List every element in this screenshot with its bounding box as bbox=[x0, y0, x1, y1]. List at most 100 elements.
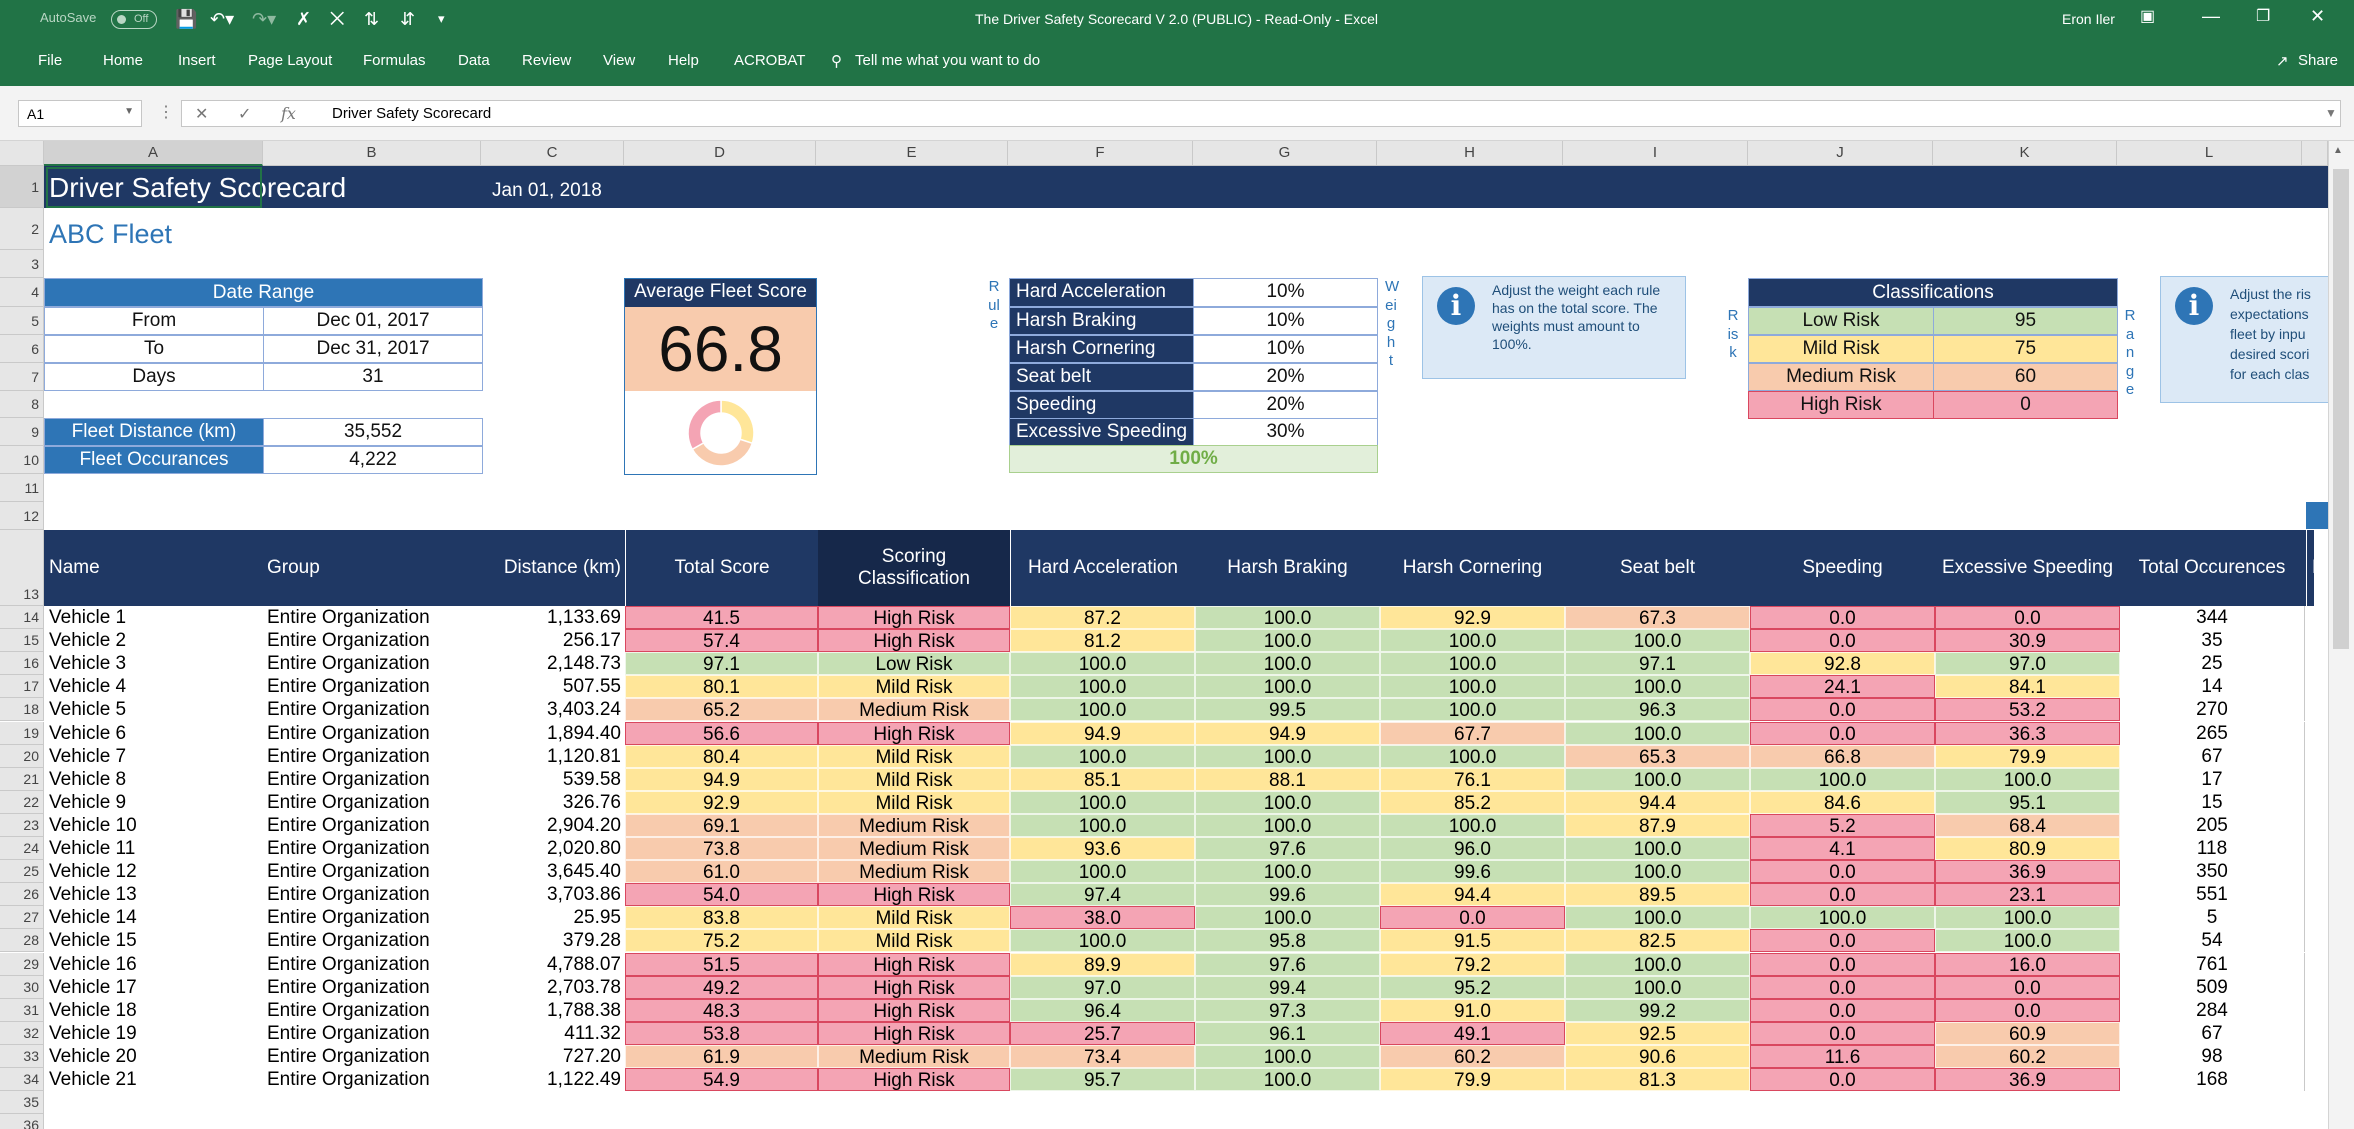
weight-value[interactable]: 20% bbox=[1193, 391, 1378, 419]
vehicle-distance[interactable]: 3,645.40 bbox=[389, 860, 621, 883]
vehicle-distance[interactable]: 2,904.20 bbox=[389, 814, 621, 837]
total-occurences[interactable]: 284 bbox=[2120, 999, 2304, 1022]
classification-threshold[interactable]: 75 bbox=[1933, 335, 2118, 363]
vehicle-name[interactable]: Vehicle 4 bbox=[49, 675, 126, 698]
hard-acceleration-score[interactable]: 93.6 bbox=[1010, 837, 1195, 861]
harsh-braking-score[interactable]: 97.3 bbox=[1195, 998, 1380, 1022]
total-score[interactable]: 94.9 bbox=[625, 767, 818, 791]
row-header-16[interactable]: 16 bbox=[0, 652, 44, 676]
header-harsh-braking[interactable]: Harsh Braking bbox=[1195, 530, 1380, 606]
harsh-braking-score[interactable]: 97.6 bbox=[1195, 837, 1380, 861]
vehicle-name[interactable]: Vehicle 16 bbox=[49, 953, 137, 976]
vehicle-distance[interactable]: 326.76 bbox=[389, 791, 621, 814]
harsh-cornering-score[interactable]: 100.0 bbox=[1380, 698, 1565, 722]
hard-acceleration-score[interactable]: 87.2 bbox=[1010, 606, 1195, 630]
vehicle-name[interactable]: Vehicle 21 bbox=[49, 1068, 137, 1091]
row-header-33[interactable]: 33 bbox=[0, 1044, 44, 1068]
vehicle-distance[interactable]: 2,703.78 bbox=[389, 976, 621, 999]
formula-input[interactable]: Driver Safety Scorecard bbox=[181, 100, 2341, 127]
hard-acceleration-score[interactable]: 100.0 bbox=[1010, 652, 1195, 676]
row-header-29[interactable]: 29 bbox=[0, 952, 44, 976]
header-speeding[interactable]: Speeding bbox=[1750, 530, 1935, 606]
total-occurences[interactable]: 98 bbox=[2120, 1045, 2304, 1068]
harsh-braking-score[interactable]: 100.0 bbox=[1195, 652, 1380, 676]
row-header-12[interactable]: 12 bbox=[0, 502, 44, 530]
row-header-14[interactable]: 14 bbox=[0, 606, 44, 630]
hard-acceleration-score[interactable]: 100.0 bbox=[1010, 813, 1195, 837]
column-header-d[interactable]: D bbox=[624, 141, 816, 166]
row-header-9[interactable]: 9 bbox=[0, 418, 44, 446]
scoring-classification[interactable]: High Risk bbox=[818, 883, 1010, 907]
excessive-speeding-score[interactable]: 0.0 bbox=[1935, 998, 2120, 1022]
row-header-36[interactable]: 36 bbox=[0, 1114, 44, 1129]
vehicle-name[interactable]: Vehicle 9 bbox=[49, 791, 126, 814]
speeding-score[interactable]: 0.0 bbox=[1750, 629, 1935, 653]
seat-belt-score[interactable]: 100.0 bbox=[1565, 860, 1750, 884]
harsh-braking-score[interactable]: 94.9 bbox=[1195, 721, 1380, 745]
total-occurences[interactable]: 509 bbox=[2120, 976, 2304, 999]
hard-acceleration-score[interactable]: 97.4 bbox=[1010, 883, 1195, 907]
excessive-speeding-score[interactable]: 95.1 bbox=[1935, 790, 2120, 814]
scoring-classification[interactable]: Medium Risk bbox=[818, 698, 1010, 722]
total-score[interactable]: 73.8 bbox=[625, 837, 818, 861]
column-header-j[interactable]: J bbox=[1748, 141, 1933, 166]
close-icon[interactable]: ✕ bbox=[2310, 6, 2325, 27]
expand-formula-icon[interactable]: ▼ bbox=[2325, 106, 2337, 120]
total-score[interactable]: 61.0 bbox=[625, 860, 818, 884]
row-header-32[interactable]: 32 bbox=[0, 1021, 44, 1045]
speeding-score[interactable]: 0.0 bbox=[1750, 721, 1935, 745]
row-header-20[interactable]: 20 bbox=[0, 744, 44, 768]
excessive-speeding-score[interactable]: 68.4 bbox=[1935, 813, 2120, 837]
user-name[interactable]: Eron Iler bbox=[2062, 11, 2115, 27]
vertical-scrollbar[interactable]: ▲ bbox=[2328, 141, 2354, 1129]
harsh-cornering-score[interactable]: 91.0 bbox=[1380, 998, 1565, 1022]
restore-icon[interactable]: ❐ bbox=[2256, 6, 2270, 26]
scoring-classification[interactable]: Medium Risk bbox=[818, 1044, 1010, 1068]
total-occurences[interactable]: 265 bbox=[2120, 722, 2304, 745]
excessive-speeding-score[interactable]: 36.3 bbox=[1935, 721, 2120, 745]
enter-icon[interactable]: ✓ bbox=[238, 104, 251, 124]
speeding-score[interactable]: 100.0 bbox=[1750, 906, 1935, 930]
header-scoring-classification[interactable]: Scoring Classification bbox=[818, 530, 1010, 606]
speeding-score[interactable]: 0.0 bbox=[1750, 1021, 1935, 1045]
vehicle-distance[interactable]: 3,703.86 bbox=[389, 883, 621, 906]
speeding-score[interactable]: 24.1 bbox=[1750, 675, 1935, 699]
vehicle-name[interactable]: Vehicle 18 bbox=[49, 999, 137, 1022]
row-header-28[interactable]: 28 bbox=[0, 929, 44, 953]
seat-belt-score[interactable]: 100.0 bbox=[1565, 721, 1750, 745]
scoring-classification[interactable]: High Risk bbox=[818, 952, 1010, 976]
harsh-braking-score[interactable]: 100.0 bbox=[1195, 606, 1380, 630]
scoring-classification[interactable]: High Risk bbox=[818, 1068, 1010, 1092]
hard-acceleration-score[interactable]: 100.0 bbox=[1010, 790, 1195, 814]
total-score[interactable]: 80.1 bbox=[625, 675, 818, 699]
column-header-partial[interactable] bbox=[2302, 141, 2328, 166]
weight-value[interactable]: 10% bbox=[1193, 307, 1378, 335]
speeding-score[interactable]: 0.0 bbox=[1750, 883, 1935, 907]
seat-belt-score[interactable]: 67.3 bbox=[1565, 606, 1750, 630]
harsh-braking-score[interactable]: 100.0 bbox=[1195, 860, 1380, 884]
column-header-f[interactable]: F bbox=[1008, 141, 1193, 166]
seat-belt-score[interactable]: 100.0 bbox=[1565, 952, 1750, 976]
total-occurences[interactable]: 118 bbox=[2120, 837, 2304, 860]
vehicle-name[interactable]: Vehicle 15 bbox=[49, 929, 137, 952]
seat-belt-score[interactable]: 81.3 bbox=[1565, 1068, 1750, 1092]
tab-data[interactable]: Data bbox=[458, 52, 490, 69]
total-score[interactable]: 53.8 bbox=[625, 1021, 818, 1045]
total-occurences[interactable]: 14 bbox=[2120, 675, 2304, 698]
harsh-cornering-score[interactable]: 67.7 bbox=[1380, 721, 1565, 745]
scoring-classification[interactable]: Medium Risk bbox=[818, 837, 1010, 861]
harsh-braking-score[interactable]: 100.0 bbox=[1195, 813, 1380, 837]
excessive-speeding-score[interactable]: 100.0 bbox=[1935, 929, 2120, 953]
seat-belt-score[interactable]: 97.1 bbox=[1565, 652, 1750, 676]
harsh-cornering-score[interactable]: 95.2 bbox=[1380, 975, 1565, 999]
weight-value[interactable]: 10% bbox=[1193, 335, 1378, 363]
vehicle-name[interactable]: Vehicle 12 bbox=[49, 860, 137, 883]
autosave-toggle[interactable]: Off bbox=[111, 10, 157, 29]
excessive-speeding-score[interactable]: 0.0 bbox=[1935, 606, 2120, 630]
harsh-cornering-score[interactable]: 100.0 bbox=[1380, 652, 1565, 676]
speeding-score[interactable]: 84.6 bbox=[1750, 790, 1935, 814]
harsh-cornering-score[interactable]: 100.0 bbox=[1380, 629, 1565, 653]
scoring-classification[interactable]: Mild Risk bbox=[818, 906, 1010, 930]
total-score[interactable]: 56.6 bbox=[625, 721, 818, 745]
scoring-classification[interactable]: High Risk bbox=[818, 1021, 1010, 1045]
